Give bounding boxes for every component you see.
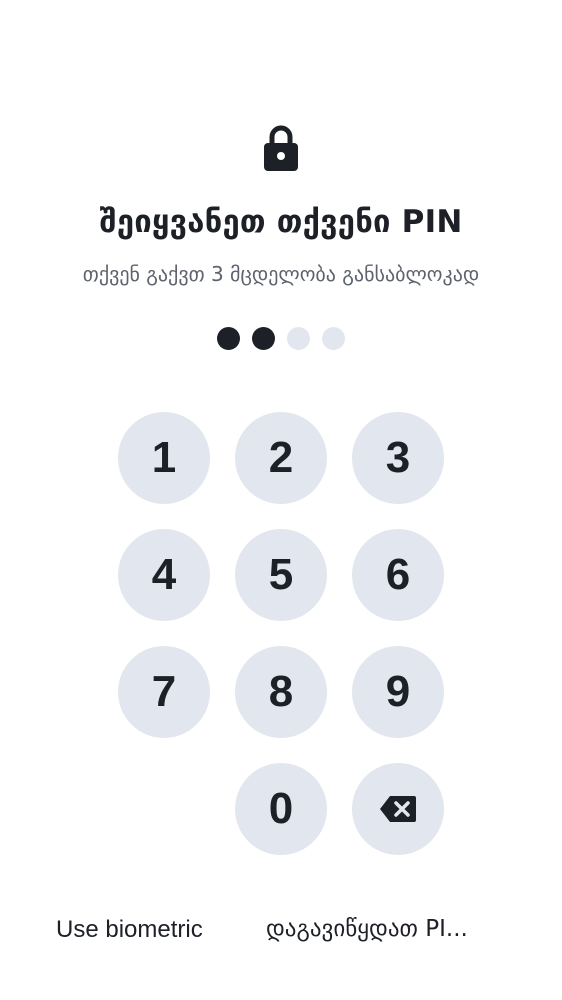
keypad-key-6[interactable]: 6	[352, 529, 444, 621]
keypad-key-0[interactable]: 0	[235, 763, 327, 855]
keypad-key-4[interactable]: 4	[118, 529, 210, 621]
backspace-button[interactable]	[352, 763, 444, 855]
keypad-key-2[interactable]: 2	[235, 412, 327, 504]
pin-dot-empty	[322, 327, 345, 350]
keypad-key-1[interactable]: 1	[118, 412, 210, 504]
pin-progress-indicator	[0, 327, 562, 350]
numeric-keypad: 1 2 3 4 5 6 7 8 9 0	[118, 412, 444, 855]
pin-entry-screen: შეიყვანეთ თქვენი PIN თქვენ გაქვთ 3 მცდელ…	[0, 0, 562, 1000]
pin-dot-filled	[252, 327, 275, 350]
backspace-icon	[380, 796, 416, 822]
pin-dot-filled	[217, 327, 240, 350]
pin-dot-empty	[287, 327, 310, 350]
lock-icon	[264, 125, 298, 171]
keypad-key-8[interactable]: 8	[235, 646, 327, 738]
attempts-remaining-text: თქვენ გაქვთ 3 მცდელობა განსაბლოკად	[82, 262, 480, 286]
page-title: შეიყვანეთ თქვენი PIN	[99, 204, 463, 240]
forgot-pin-button[interactable]: დაგავიწყდათ PI...	[266, 916, 506, 942]
keypad-key-7[interactable]: 7	[118, 646, 210, 738]
keypad-empty-slot	[118, 763, 210, 855]
lock-icon-container	[0, 124, 562, 172]
use-biometric-button[interactable]: Use biometric	[56, 916, 203, 944]
keypad-key-5[interactable]: 5	[235, 529, 327, 621]
keypad-key-9[interactable]: 9	[352, 646, 444, 738]
keypad-key-3[interactable]: 3	[352, 412, 444, 504]
